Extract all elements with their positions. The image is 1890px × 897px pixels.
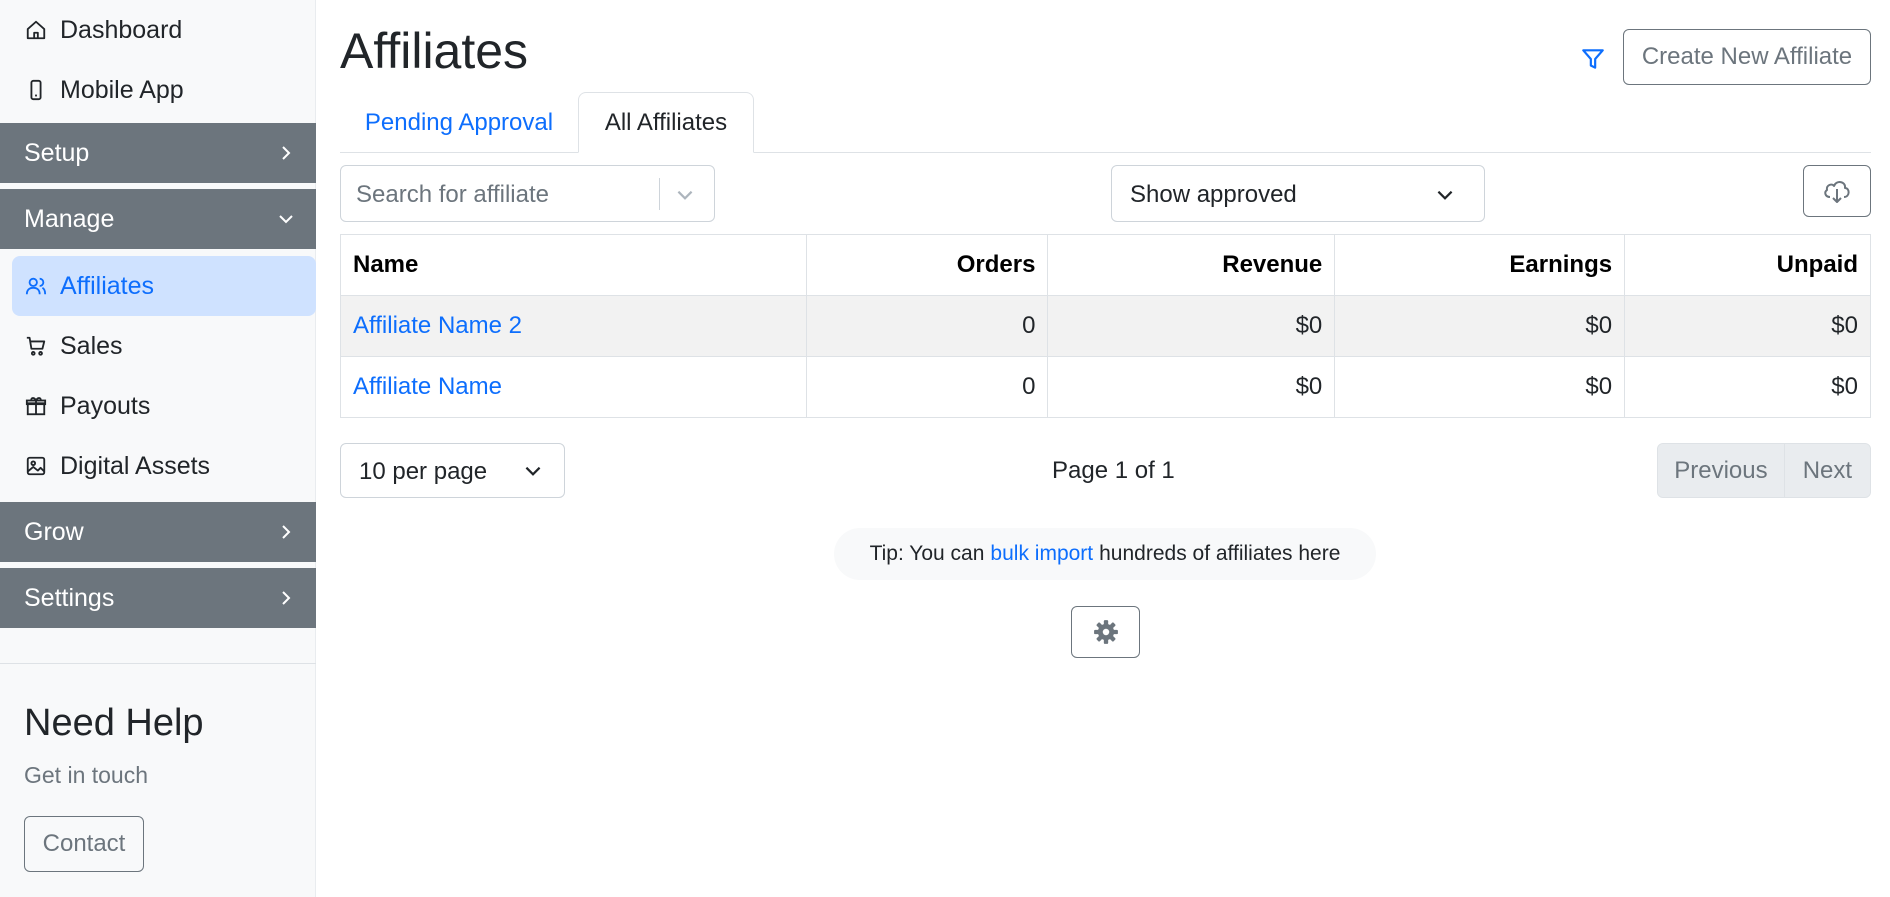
earnings-cell: $0 (1334, 356, 1626, 418)
status-filter-value: Show approved (1130, 181, 1297, 208)
page-info: Page 1 of 1 (1052, 457, 1175, 484)
column-header-name[interactable]: Name (340, 234, 807, 296)
sidebar-divider (0, 663, 316, 664)
gift-icon (24, 394, 48, 418)
sidebar-item-mobile-app[interactable]: Mobile App (12, 60, 316, 120)
sidebar-section-setup[interactable]: Setup (0, 123, 316, 183)
orders-cell: 0 (805, 356, 1049, 418)
section-label: Manage (24, 204, 115, 233)
chevron-right-icon (282, 591, 291, 605)
phone-icon (24, 78, 48, 102)
sidebar-item-payouts[interactable]: Payouts (12, 376, 316, 436)
sidebar-section-settings[interactable]: Settings (0, 568, 316, 628)
next-page-button[interactable]: Next (1784, 444, 1870, 497)
help-subtitle: Get in touch (24, 762, 149, 788)
home-icon (24, 18, 48, 42)
sidebar-item-label: Dashboard (60, 15, 183, 44)
column-header-revenue[interactable]: Revenue (1047, 234, 1336, 296)
chevron-down-icon (279, 215, 293, 224)
per-page-select[interactable]: 10 per page (340, 443, 565, 498)
orders-cell: 0 (805, 295, 1049, 357)
page-title: Affiliates (340, 23, 529, 79)
chevron-down-icon (525, 466, 541, 476)
chevron-down-icon (1437, 190, 1453, 200)
previous-page-button[interactable]: Previous (1658, 444, 1785, 497)
revenue-cell: $0 (1047, 356, 1336, 418)
section-label: Setup (24, 138, 90, 167)
filter-icon[interactable] (1580, 46, 1606, 72)
chevron-right-icon (282, 525, 291, 539)
section-label: Grow (24, 517, 84, 546)
search-separator (659, 178, 660, 210)
table-row: Affiliate Name 2 0 $0 $0 $0 (340, 295, 1871, 357)
sidebar-section-grow[interactable]: Grow (0, 502, 316, 562)
table-header-row: Name Orders Revenue Earnings Unpaid (340, 234, 1871, 296)
contact-button[interactable]: Contact (24, 816, 144, 872)
search-placeholder: Search for affiliate (356, 181, 549, 208)
help-title: Need Help (24, 702, 204, 744)
tab-pending-approval[interactable]: Pending Approval (340, 92, 578, 153)
sidebar-section-manage[interactable]: Manage (0, 189, 316, 249)
create-new-affiliate-button[interactable]: Create New Affiliate (1623, 29, 1871, 85)
revenue-cell: $0 (1047, 295, 1336, 357)
bulk-import-tip: Tip: You can bulk import hundreds of aff… (834, 528, 1376, 580)
unpaid-cell: $0 (1624, 356, 1871, 418)
table-settings-button[interactable] (1071, 606, 1140, 658)
cart-icon (24, 334, 48, 358)
sidebar-item-digital-assets[interactable]: Digital Assets (12, 436, 316, 496)
download-button[interactable] (1803, 165, 1871, 217)
users-icon (24, 274, 48, 298)
affiliate-name-link[interactable]: Affiliate Name 2 (340, 295, 807, 357)
tab-all-affiliates[interactable]: All Affiliates (578, 92, 754, 153)
cloud-download-icon (1824, 181, 1850, 203)
image-icon (24, 454, 48, 478)
affiliates-table: Name Orders Revenue Earnings Unpaid Affi… (340, 234, 1871, 418)
sidebar-item-affiliates[interactable]: Affiliates (12, 256, 316, 316)
column-header-unpaid[interactable]: Unpaid (1624, 234, 1871, 296)
affiliate-name-link[interactable]: Affiliate Name (340, 356, 807, 418)
sidebar-item-label: Mobile App (60, 75, 184, 104)
table-row: Affiliate Name 0 $0 $0 $0 (340, 356, 1871, 418)
sidebar-item-label: Digital Assets (60, 451, 211, 480)
pagination-controls: Previous Next (1657, 443, 1871, 498)
earnings-cell: $0 (1334, 295, 1626, 357)
chevron-right-icon (282, 146, 291, 160)
tip-prefix: Tip: You can (869, 542, 985, 565)
chevron-down-icon[interactable] (674, 184, 696, 206)
gear-icon (1093, 620, 1118, 644)
sidebar-item-label: Payouts (60, 391, 151, 420)
sidebar-item-label: Sales (60, 331, 123, 360)
sidebar-item-dashboard[interactable]: Dashboard (12, 0, 316, 60)
bulk-import-link[interactable]: bulk import (990, 542, 1093, 566)
sidebar: Dashboard Mobile App Setup Manage Affili… (0, 0, 316, 897)
search-affiliate-input[interactable]: Search for affiliate (340, 165, 715, 222)
column-header-orders[interactable]: Orders (805, 234, 1049, 296)
unpaid-cell: $0 (1624, 295, 1871, 357)
per-page-value: 10 per page (359, 458, 488, 485)
tip-suffix: hundreds of affiliates here (1099, 542, 1341, 565)
status-filter-select[interactable]: Show approved (1111, 165, 1485, 222)
column-header-earnings[interactable]: Earnings (1334, 234, 1626, 296)
sidebar-item-label: Affiliates (60, 271, 155, 300)
section-label: Settings (24, 583, 115, 612)
sidebar-item-sales[interactable]: Sales (12, 316, 316, 376)
